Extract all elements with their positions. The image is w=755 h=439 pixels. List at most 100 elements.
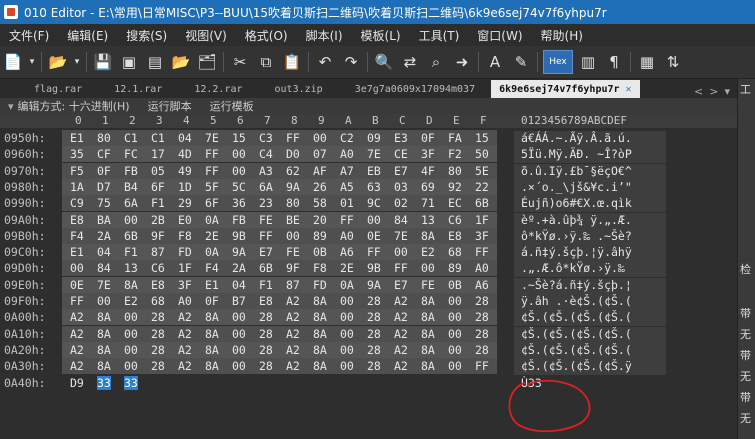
hex-byte[interactable]: 00 xyxy=(97,294,111,308)
hex-byte[interactable]: 75 xyxy=(97,196,111,210)
hex-byte[interactable]: 7E xyxy=(367,147,381,161)
hex-byte[interactable]: 8A xyxy=(97,359,111,373)
hex-mode-icon[interactable]: Hex xyxy=(543,50,573,74)
ascii-text[interactable]: èº.+à.ûþ¾ ÿ.„.Æ. xyxy=(514,212,666,229)
hex-byte[interactable]: 84 xyxy=(394,213,408,227)
hex-byte[interactable]: A0 xyxy=(178,294,192,308)
hex-row[interactable]: 0970h: F5 0F FB 05 49 FF 00 A3 62 AF A7 EB E7 4F 80 5E õ.… xyxy=(0,162,737,180)
hex-byte[interactable]: A2 xyxy=(394,310,408,324)
hex-byte[interactable]: A2 xyxy=(178,343,192,357)
hex-row[interactable]: 09A0h: E8 BA 00 2B E0 0A FB FE BE 20 FF 00 84 13 C6 1F èº… xyxy=(0,211,737,229)
hex-byte[interactable]: 28 xyxy=(151,359,165,373)
hex-byte[interactable]: 02 xyxy=(394,196,408,210)
hex-byte[interactable]: 05 xyxy=(151,164,165,178)
hex-byte[interactable]: 00 xyxy=(124,343,138,357)
collapse-arrow-icon[interactable]: ▾ xyxy=(8,100,14,113)
hex-byte[interactable]: 09 xyxy=(367,131,381,145)
hex-byte[interactable]: 0B xyxy=(448,278,462,292)
hex-byte[interactable]: 8A xyxy=(205,310,219,324)
hex-byte[interactable]: E8 xyxy=(151,278,165,292)
hex-byte[interactable]: E8 xyxy=(448,229,462,243)
hex-byte[interactable]: 8A xyxy=(97,327,111,341)
hex-byte[interactable]: 28 xyxy=(367,359,381,373)
hex-byte[interactable]: 33 xyxy=(124,375,138,390)
hex-byte[interactable]: E7 xyxy=(259,245,273,259)
hex-byte[interactable]: BE xyxy=(286,213,300,227)
hex-byte[interactable]: 00 xyxy=(232,359,246,373)
hex-byte[interactable]: 8A xyxy=(421,294,435,308)
hex-byte[interactable]: 00 xyxy=(448,294,462,308)
hex-byte[interactable]: 00 xyxy=(232,310,246,324)
hex-byte[interactable]: 6A xyxy=(124,196,138,210)
hex-byte[interactable]: 80 xyxy=(286,196,300,210)
hex-byte[interactable]: A3 xyxy=(259,164,273,178)
compare-icon[interactable]: ⇅ xyxy=(662,51,684,73)
hex-byte[interactable]: A7 xyxy=(340,164,354,178)
hex-byte[interactable]: C1 xyxy=(124,131,138,145)
hex-byte[interactable]: 2A xyxy=(232,261,246,275)
hex-byte[interactable]: C6 xyxy=(151,261,165,275)
hex-byte[interactable]: 2A xyxy=(97,229,111,243)
tab-0[interactable]: flag.rar xyxy=(26,80,90,98)
menu-item-2[interactable]: 搜索(S) xyxy=(117,27,176,44)
hex-byte[interactable]: 5C xyxy=(232,180,246,194)
ascii-text[interactable]: ¢Š.(¢Š.(¢Š.(¢Š.( xyxy=(514,326,666,343)
hex-byte[interactable]: 00 xyxy=(367,213,381,227)
hex-byte[interactable]: A2 xyxy=(286,327,300,341)
hex-byte[interactable]: 00 xyxy=(394,245,408,259)
calculator-icon[interactable]: ▦ xyxy=(636,51,658,73)
hex-byte[interactable]: 0F xyxy=(205,294,219,308)
hex-byte[interactable]: 6A xyxy=(259,180,273,194)
hex-byte[interactable]: 87 xyxy=(151,245,165,259)
hex-byte[interactable]: 36 xyxy=(232,196,246,210)
hex-byte[interactable]: 9B xyxy=(367,261,381,275)
hex-byte[interactable]: EB xyxy=(367,164,381,178)
hex-byte[interactable]: 0F xyxy=(97,164,111,178)
hex-byte[interactable]: FF xyxy=(205,147,219,161)
hex-byte[interactable]: A0 xyxy=(475,261,489,275)
hex-byte[interactable]: E8 xyxy=(259,294,273,308)
hex-byte[interactable]: 23 xyxy=(259,196,273,210)
hex-byte[interactable]: FF xyxy=(259,229,273,243)
ascii-text[interactable]: ¢Š.(¢Š.(¢Š.(¢Š.( xyxy=(514,310,666,327)
tab-2[interactable]: 12.2.rar xyxy=(186,80,250,98)
hex-byte[interactable]: A2 xyxy=(394,359,408,373)
hex-byte[interactable]: A2 xyxy=(286,310,300,324)
hex-byte[interactable]: FF xyxy=(205,164,219,178)
ascii-text[interactable]: Éujñ)o6#€X.œ.qìk xyxy=(514,196,666,213)
hex-byte[interactable]: 00 xyxy=(286,229,300,243)
open-folder-icon[interactable]: 📂 xyxy=(170,51,192,73)
hex-byte[interactable]: E8 xyxy=(70,213,84,227)
hex-byte[interactable]: 69 xyxy=(421,180,435,194)
hex-byte[interactable]: E1 xyxy=(70,245,84,259)
hex-byte[interactable]: 28 xyxy=(367,310,381,324)
hex-byte[interactable]: 87 xyxy=(286,278,300,292)
hex-byte[interactable]: 84 xyxy=(97,261,111,275)
hex-byte[interactable]: F2 xyxy=(448,147,462,161)
hex-byte[interactable]: 04 xyxy=(178,131,192,145)
hex-byte[interactable]: 0A xyxy=(205,245,219,259)
run-script-dropdown[interactable]: 运行脚本 xyxy=(148,98,192,114)
find-icon[interactable]: 🔍 xyxy=(373,51,395,73)
hex-byte[interactable]: 04 xyxy=(97,245,111,259)
hex-byte[interactable]: FE xyxy=(421,278,435,292)
hex-row[interactable]: 09F0h: FF 00 E2 68 A0 0F B7 E8 A2 8A 00 28 A2 8A 00 28 ÿ.… xyxy=(0,293,737,310)
hex-byte[interactable]: FD xyxy=(178,245,192,259)
hex-byte[interactable]: 00 xyxy=(232,327,246,341)
hex-byte[interactable]: FF xyxy=(394,261,408,275)
hex-byte[interactable]: 80 xyxy=(97,131,111,145)
hex-byte[interactable]: F1 xyxy=(151,196,165,210)
redo-icon[interactable]: ↷ xyxy=(340,51,362,73)
save-as-icon[interactable]: ▣ xyxy=(118,51,140,73)
hex-byte[interactable]: FF xyxy=(475,245,489,259)
hex-byte[interactable]: 71 xyxy=(421,196,435,210)
menu-item-6[interactable]: 模板(L) xyxy=(352,27,410,44)
hex-byte[interactable]: 0E xyxy=(70,278,84,292)
hex-byte[interactable]: 00 xyxy=(448,327,462,341)
hex-byte[interactable]: A2 xyxy=(394,343,408,357)
hex-byte[interactable]: 0A xyxy=(205,213,219,227)
hex-byte[interactable]: 6B xyxy=(124,229,138,243)
hex-byte[interactable]: 00 xyxy=(448,310,462,324)
hex-byte[interactable]: A2 xyxy=(178,327,192,341)
hex-byte[interactable]: F4 xyxy=(70,229,84,243)
